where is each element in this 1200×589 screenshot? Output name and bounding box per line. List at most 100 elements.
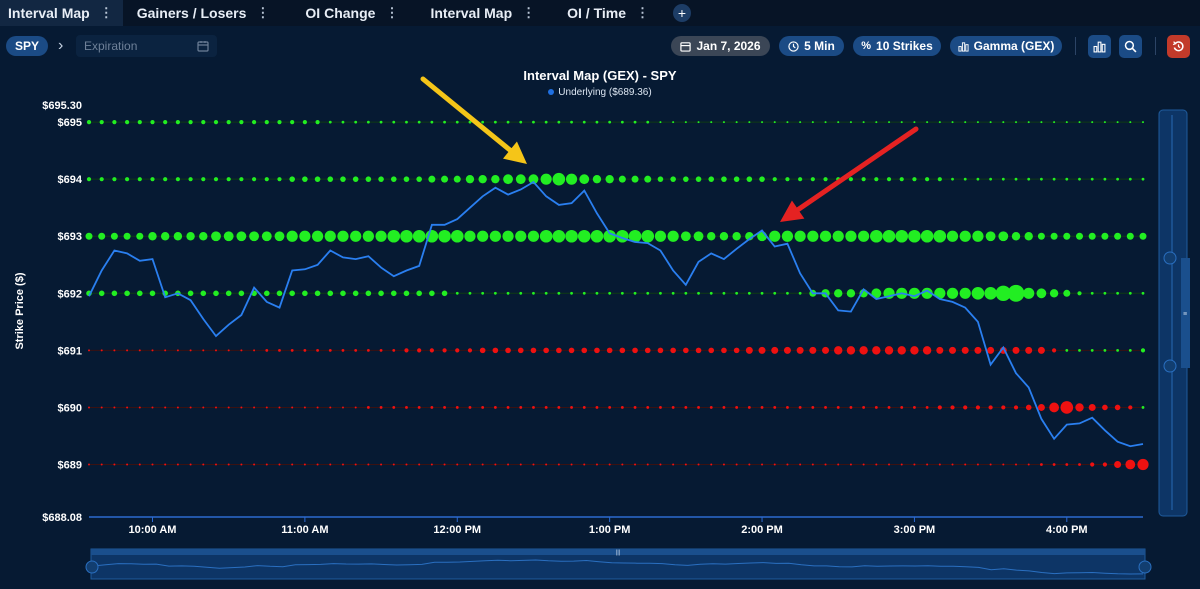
gex-bubble[interactable] (799, 121, 802, 124)
gex-bubble[interactable] (1141, 177, 1145, 181)
vertical-dots-icon[interactable]: ⋮ (100, 5, 113, 21)
gex-bubble[interactable] (202, 406, 205, 409)
gex-bubble[interactable] (934, 287, 946, 299)
gex-bubble[interactable] (502, 230, 514, 242)
gex-bubble[interactable] (1116, 291, 1120, 295)
gex-bubble[interactable] (799, 463, 802, 466)
vertical-dots-icon[interactable]: ⋮ (522, 5, 535, 21)
gex-bubble[interactable] (328, 120, 332, 124)
gex-bubble[interactable] (289, 176, 295, 182)
gex-bubble[interactable] (314, 290, 321, 297)
gex-bubble[interactable] (113, 463, 116, 466)
gex-bubble[interactable] (213, 290, 219, 297)
metric-selector[interactable]: Gamma (GEX) (950, 36, 1062, 56)
gex-bubble[interactable] (557, 463, 560, 466)
gex-bubble[interactable] (138, 463, 141, 466)
gex-bubble[interactable] (582, 120, 586, 124)
gex-bubble[interactable] (886, 177, 892, 182)
gex-bubble[interactable] (405, 463, 408, 466)
gex-bubble[interactable] (620, 406, 624, 409)
gex-bubble[interactable] (111, 290, 118, 297)
gex-bubble[interactable] (316, 463, 319, 466)
gex-bubble[interactable] (1001, 177, 1005, 181)
gex-bubble[interactable] (227, 463, 230, 466)
gex-bubble[interactable] (327, 176, 334, 182)
gex-bubble[interactable] (697, 291, 700, 295)
gex-bubble[interactable] (811, 121, 814, 124)
gex-bubble[interactable] (1025, 346, 1033, 354)
gex-bubble[interactable] (895, 229, 909, 243)
gex-bubble[interactable] (786, 406, 789, 409)
gex-bubble[interactable] (314, 176, 321, 182)
gex-bubble[interactable] (1012, 346, 1020, 354)
gex-bubble[interactable] (937, 405, 942, 410)
gex-bubble[interactable] (519, 406, 523, 409)
gex-bubble[interactable] (441, 175, 449, 183)
vertical-dots-icon[interactable]: ⋮ (385, 5, 398, 21)
gex-bubble[interactable] (98, 232, 106, 240)
gex-bubble[interactable] (707, 232, 716, 241)
gex-bubble[interactable] (936, 346, 944, 354)
gex-bubble[interactable] (870, 229, 883, 243)
gex-bubble[interactable] (403, 290, 410, 297)
gex-bubble[interactable] (772, 177, 777, 182)
gex-bubble[interactable] (735, 121, 738, 124)
gex-bubble[interactable] (278, 348, 281, 352)
gex-bubble[interactable] (926, 463, 929, 466)
gex-bubble[interactable] (605, 174, 614, 184)
gex-bubble[interactable] (540, 173, 552, 185)
gex-bubble[interactable] (316, 406, 319, 409)
gex-bubble[interactable] (1065, 121, 1068, 124)
gex-bubble[interactable] (251, 177, 257, 182)
gex-bubble[interactable] (925, 177, 930, 182)
gex-bubble[interactable] (809, 346, 817, 354)
gex-bubble[interactable] (1075, 403, 1084, 412)
gex-bubble[interactable] (1091, 121, 1094, 124)
gex-bubble[interactable] (223, 231, 234, 242)
gex-bubble[interactable] (628, 229, 642, 243)
gex-bubble[interactable] (1103, 177, 1107, 181)
gex-bubble[interactable] (773, 121, 776, 124)
gex-bubble[interactable] (834, 289, 843, 298)
gex-bubble[interactable] (552, 172, 566, 186)
gex-bubble[interactable] (392, 406, 396, 409)
gex-bubble[interactable] (188, 177, 193, 182)
gex-bubble[interactable] (1002, 121, 1005, 124)
gex-bubble[interactable] (341, 120, 345, 124)
chart-legend[interactable]: Underlying ($689.36) (0, 87, 1200, 98)
gex-bubble[interactable] (926, 121, 929, 124)
gex-bubble[interactable] (417, 120, 421, 124)
gex-bubble[interactable] (100, 463, 103, 466)
gex-bubble[interactable] (900, 406, 904, 409)
gex-bubble[interactable] (896, 287, 908, 299)
vertical-track[interactable] (1158, 109, 1188, 517)
gex-bubble[interactable] (164, 406, 167, 409)
gex-bubble[interactable] (1065, 463, 1069, 466)
gex-bubble[interactable] (112, 120, 117, 125)
gex-bubble[interactable] (1139, 232, 1147, 240)
gex-bubble[interactable] (1114, 461, 1122, 469)
gex-bubble[interactable] (187, 290, 194, 297)
gex-bubble[interactable] (837, 121, 840, 124)
gex-bubble[interactable] (786, 121, 789, 124)
gex-bubble[interactable] (211, 231, 221, 242)
gex-bubble[interactable] (189, 463, 192, 466)
gex-bubble[interactable] (912, 177, 917, 182)
gex-bubble[interactable] (1101, 232, 1109, 240)
gex-bubble[interactable] (608, 291, 612, 295)
gex-bubble[interactable] (441, 290, 448, 297)
gex-bubble[interactable] (392, 463, 395, 466)
gex-bubble[interactable] (88, 463, 90, 466)
gex-bubble[interactable] (366, 406, 370, 409)
gex-bubble[interactable] (465, 174, 475, 184)
gex-bubble[interactable] (375, 230, 387, 242)
gex-bubble[interactable] (303, 406, 306, 409)
gex-bubble[interactable] (594, 347, 600, 354)
gex-bubble[interactable] (1116, 121, 1119, 124)
gex-bubble[interactable] (848, 177, 854, 182)
gex-bubble[interactable] (1037, 403, 1045, 411)
gex-bubble[interactable] (429, 348, 434, 353)
gex-bubble[interactable] (519, 120, 523, 124)
gex-bubble[interactable] (489, 230, 501, 242)
gex-bubble[interactable] (126, 406, 129, 409)
